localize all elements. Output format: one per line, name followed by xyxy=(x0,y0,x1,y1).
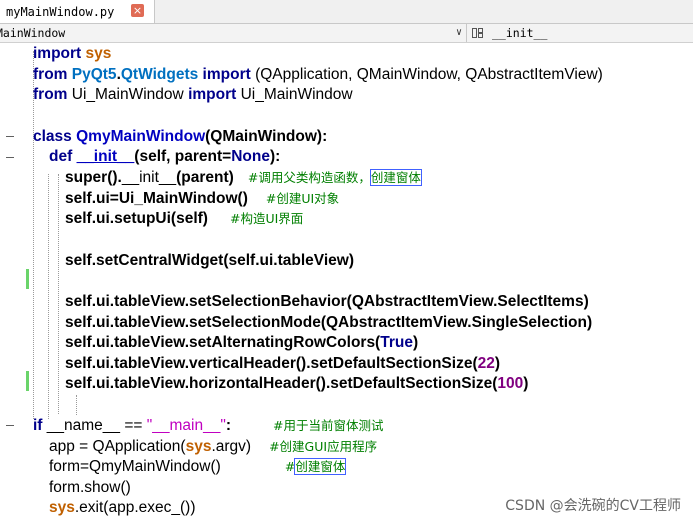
code-editor[interactable]: import sys from PyQt5.QtWidgets import (… xyxy=(0,43,693,523)
editor-tab-bar: myMainWindow.py × xyxy=(0,0,693,24)
method-icon xyxy=(472,28,483,38)
code-line-16: self.ui.tableView.verticalHeader().setDe… xyxy=(65,355,501,372)
code-line-9: self.ui.setupUi(self) #构造UI界面 xyxy=(65,210,304,227)
code-line-5: class QmyMainWindow(QMainWindow): xyxy=(33,128,328,145)
code-line-6: def __init__(self, parent=None): xyxy=(49,148,281,165)
code-line-11: self.setCentralWidget(self.ui.tableView) xyxy=(65,252,354,269)
code-navigation-bar: MainWindow ∨ __init__ xyxy=(0,24,693,43)
close-tab-icon[interactable]: × xyxy=(131,4,144,17)
indent-guide xyxy=(33,51,34,419)
code-line-14: self.ui.tableView.setSelectionMode(QAbst… xyxy=(65,314,593,331)
code-line-21: form=QmyMainWindow() #创建窗体 xyxy=(49,458,347,475)
code-line-7: super().__init__(parent) #调用父类构造函数，创建窗体 xyxy=(65,169,422,186)
code-line-3: from Ui_MainWindow import Ui_MainWindow xyxy=(33,86,353,103)
indent-guide xyxy=(48,174,49,419)
code-line-13: self.ui.tableView.setSelectionBehavior(Q… xyxy=(65,293,589,310)
method-selector-value: __init__ xyxy=(492,26,548,40)
code-line-15: self.ui.tableView.setAlternatingRowColor… xyxy=(65,334,419,351)
chevron-down-icon[interactable]: ∨ xyxy=(456,24,462,42)
class-selector-dropdown[interactable]: MainWindow ∨ xyxy=(0,24,467,42)
watermark: CSDN @会洗碗的CV工程师 xyxy=(505,498,681,514)
code-line-23: sys.exit(app.exec_()) xyxy=(49,499,196,516)
code-line-2: from PyQt5.QtWidgets import (QApplicatio… xyxy=(33,66,603,83)
code-line-17: self.ui.tableView.horizontalHeader().set… xyxy=(65,375,529,392)
code-line-19: if __name__ == "__main__": #用于当前窗体测试 xyxy=(33,417,384,434)
indent-guide xyxy=(76,395,77,415)
code-line-1: import sys xyxy=(33,45,112,62)
indent-guide xyxy=(58,174,59,414)
file-tab-label: myMainWindow.py xyxy=(6,4,115,19)
file-tab[interactable]: myMainWindow.py × xyxy=(0,0,155,23)
method-selector-dropdown[interactable]: __init__ xyxy=(470,24,693,42)
code-line-8: self.ui=Ui_MainWindow() #创建UI对象 xyxy=(65,190,340,207)
code-line-20: app = QApplication(sys.argv) #创建GUI应用程序 xyxy=(49,438,378,455)
class-selector-value: MainWindow xyxy=(0,26,66,40)
code-line-22: form.show() xyxy=(49,479,131,496)
